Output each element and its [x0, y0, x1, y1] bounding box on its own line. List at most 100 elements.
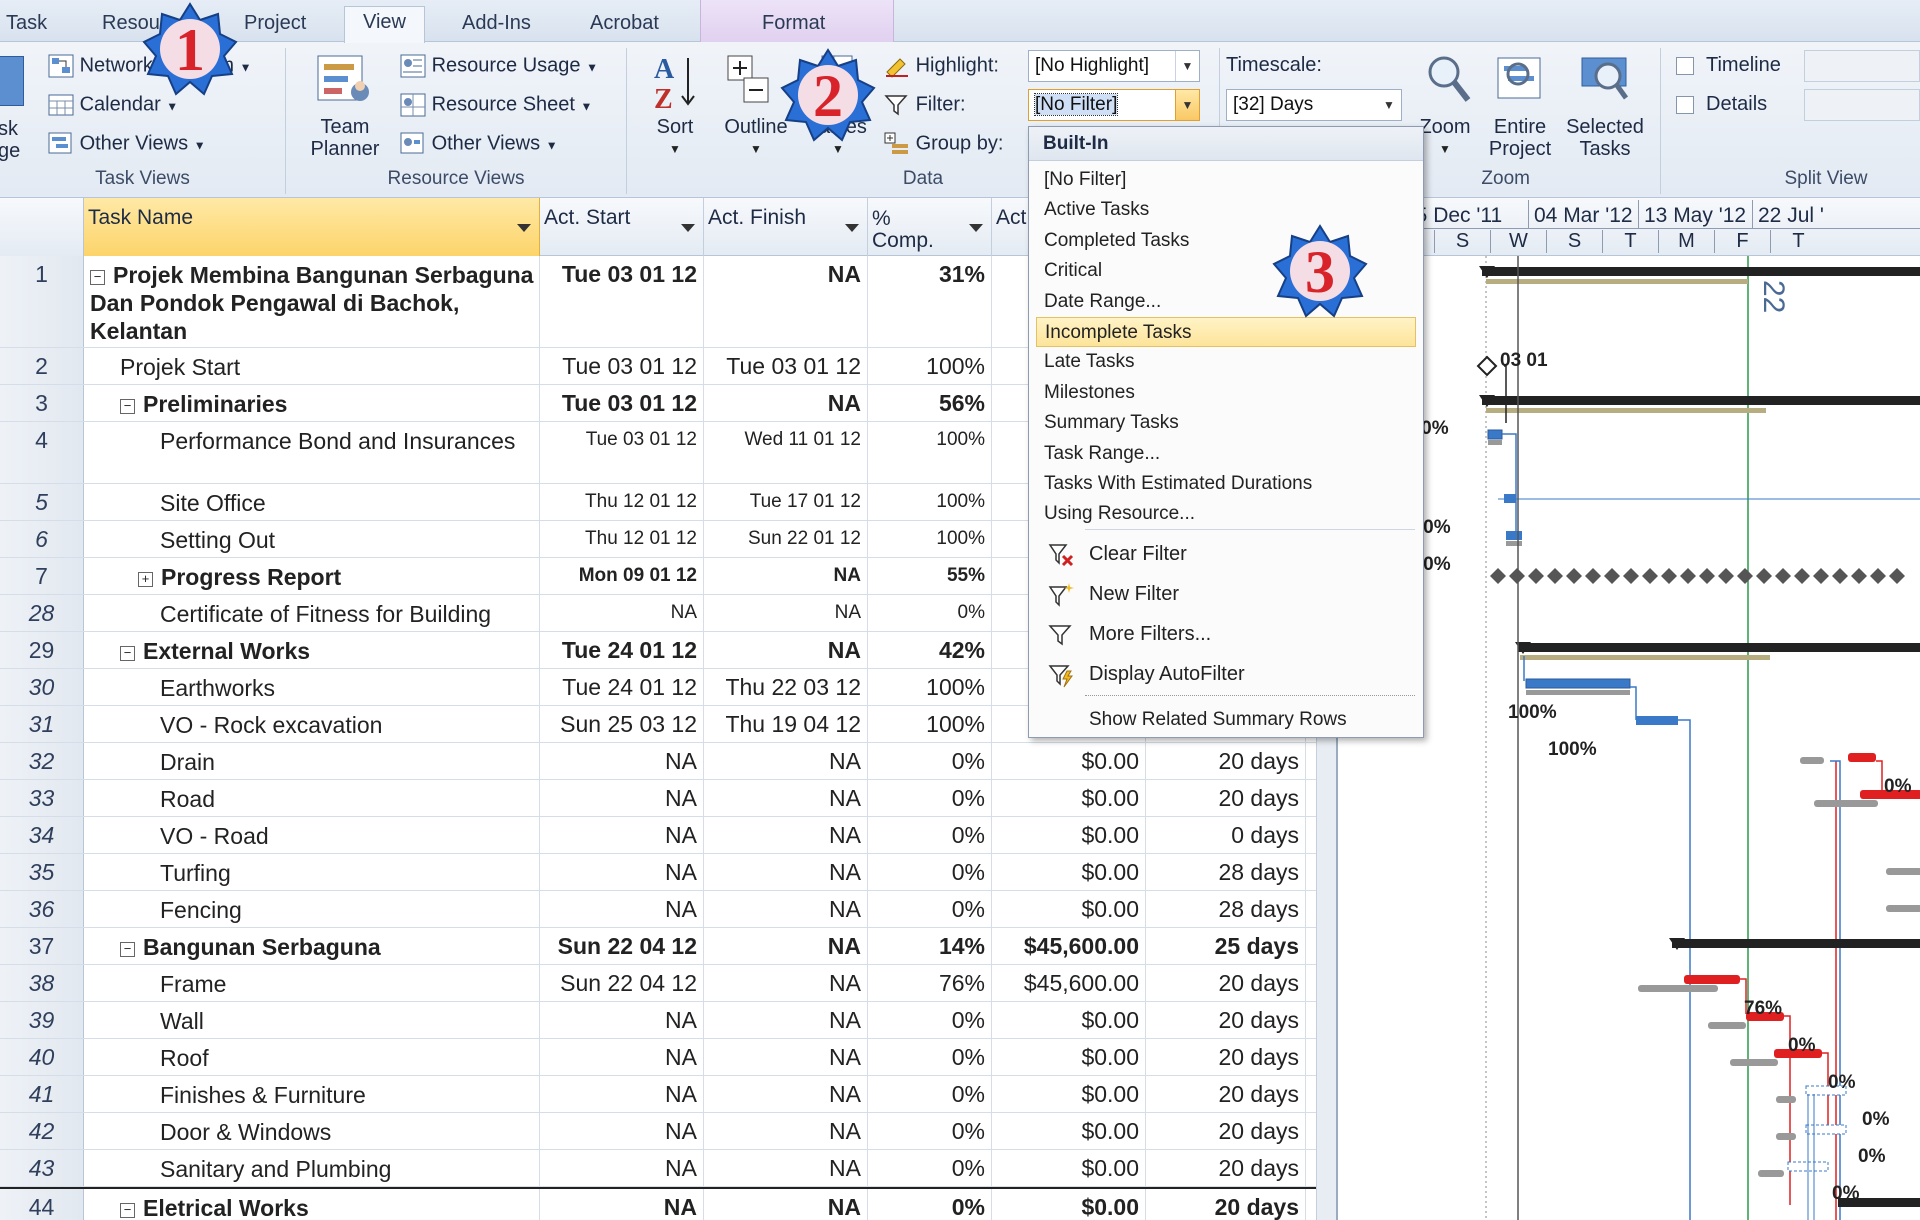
autofilter-arrow-icon[interactable] [845, 224, 859, 232]
pct-complete-cell[interactable]: 0% [868, 595, 992, 631]
row-id-cell[interactable]: 2 [0, 348, 84, 384]
task-name-cell[interactable]: Setting Out [84, 521, 540, 557]
row-id-cell[interactable]: 5 [0, 484, 84, 520]
resource-sheet-button[interactable]: Resource Sheet ▼ [400, 93, 592, 117]
row-id-cell[interactable]: 1 [0, 256, 84, 347]
task-name-cell[interactable]: Roof [84, 1039, 540, 1075]
act-start-cell[interactable]: NA [540, 854, 704, 890]
filter-item-late-tasks[interactable]: Late Tasks [1036, 347, 1416, 377]
pct-complete-cell[interactable]: 0% [868, 1076, 992, 1112]
pct-complete-cell[interactable]: 100% [868, 669, 992, 705]
row-id-cell[interactable]: 34 [0, 817, 84, 853]
act-finish-cell[interactable]: NA [704, 1039, 868, 1075]
table-row[interactable]: 39 Wall NA NA 0% $0.00 20 days [0, 1002, 1336, 1039]
filter-item-tasks-with-estimated-durations[interactable]: Tasks With Estimated Durations [1036, 469, 1416, 499]
row-id-cell[interactable]: 42 [0, 1113, 84, 1149]
task-name-cell[interactable]: Finishes & Furniture [84, 1076, 540, 1112]
table-row[interactable]: 36 Fencing NA NA 0% $0.00 28 days [0, 891, 1336, 928]
task-name-cell[interactable]: VO - Rock excavation [84, 706, 540, 742]
task-other-views-button[interactable]: Other Views ▼ [48, 132, 206, 156]
table-row[interactable]: 34 VO - Road NA NA 0% $0.00 0 days [0, 817, 1336, 854]
act-finish-cell[interactable]: NA [704, 965, 868, 1001]
team-planner-button[interactable]: Team Planner [300, 52, 390, 162]
act-start-cell[interactable]: NA [540, 1039, 704, 1075]
duration-cell[interactable]: 28 days [1146, 891, 1306, 927]
more-filters-item[interactable]: More Filters... [1089, 623, 1211, 646]
act-cost-cell[interactable]: $45,600.00 [992, 965, 1146, 1001]
resource-other-views-button[interactable]: Other Views ▼ [400, 132, 558, 156]
row-id-cell[interactable]: 40 [0, 1039, 84, 1075]
row-id-cell[interactable]: 41 [0, 1076, 84, 1112]
display-autofilter-item[interactable]: Display AutoFilter [1089, 663, 1245, 686]
timeline-checkbox[interactable] [1676, 57, 1694, 75]
task-name-cell[interactable]: Sanitary and Plumbing [84, 1150, 540, 1186]
act-cost-cell[interactable]: $0.00 [992, 1189, 1146, 1220]
task-name-cell[interactable]: − Projek Membina Bangunan Serbaguna Dan P… [84, 256, 540, 347]
filter-dropdown-arrow[interactable]: ▼ [1175, 90, 1199, 120]
tab-view[interactable]: View [344, 6, 425, 43]
act-start-cell[interactable]: NA [540, 780, 704, 816]
row-id-cell[interactable]: 6 [0, 521, 84, 557]
duration-cell[interactable]: 20 days [1146, 1039, 1306, 1075]
act-start-cell[interactable]: NA [540, 1189, 704, 1220]
act-cost-cell[interactable]: $0.00 [992, 1002, 1146, 1038]
row-id-cell[interactable]: 33 [0, 780, 84, 816]
pct-complete-cell[interactable]: 0% [868, 1113, 992, 1149]
collapse-toggle-icon[interactable]: − [120, 1203, 135, 1218]
resource-usage-button[interactable]: Resource Usage ▼ [400, 54, 598, 78]
act-cost-cell[interactable]: $0.00 [992, 817, 1146, 853]
act-finish-cell[interactable]: NA [704, 891, 868, 927]
act-finish-cell[interactable]: Thu 19 04 12 [704, 706, 868, 742]
act-cost-cell[interactable]: $0.00 [992, 891, 1146, 927]
table-row[interactable]: 40 Roof NA NA 0% $0.00 20 days [0, 1039, 1336, 1076]
row-id-cell[interactable]: 30 [0, 669, 84, 705]
timeline-view-combo[interactable] [1804, 50, 1920, 82]
autofilter-arrow-icon[interactable] [969, 224, 983, 232]
filter-item-no-filter[interactable]: [No Filter] [1036, 165, 1416, 195]
row-id-cell[interactable]: 32 [0, 743, 84, 779]
pct-complete-cell[interactable]: 0% [868, 1002, 992, 1038]
act-start-cell[interactable]: Thu 12 01 12 [540, 484, 704, 520]
row-id-cell[interactable]: 31 [0, 706, 84, 742]
task-name-cell[interactable]: − External Works [84, 632, 540, 668]
table-row[interactable]: 42 Door & Windows NA NA 0% $0.00 20 days [0, 1113, 1336, 1150]
row-id-cell[interactable]: 29 [0, 632, 84, 668]
act-start-cell[interactable]: Tue 03 01 12 [540, 385, 704, 421]
clear-filter-item[interactable]: Clear Filter [1089, 543, 1187, 566]
act-cost-cell[interactable]: $0.00 [992, 1113, 1146, 1149]
task-name-cell[interactable]: Door & Windows [84, 1113, 540, 1149]
details-checkbox[interactable] [1676, 96, 1694, 114]
act-start-cell[interactable]: Tue 03 01 12 [540, 422, 704, 483]
act-start-cell[interactable]: NA [540, 1113, 704, 1149]
act-finish-cell[interactable]: NA [704, 256, 868, 347]
pct-complete-cell[interactable]: 0% [868, 854, 992, 890]
act-finish-cell[interactable]: NA [704, 632, 868, 668]
row-id-cell[interactable]: 3 [0, 385, 84, 421]
table-row[interactable]: 35 Turfing NA NA 0% $0.00 28 days [0, 854, 1336, 891]
pct-complete-cell[interactable]: 100% [868, 348, 992, 384]
column-header-task-name[interactable]: Task Name [84, 198, 540, 256]
duration-cell[interactable]: 20 days [1146, 1076, 1306, 1112]
duration-cell[interactable]: 28 days [1146, 854, 1306, 890]
table-row[interactable]: 32 Drain NA NA 0% $0.00 20 days [0, 743, 1336, 780]
timescale-dropdown-arrow[interactable]: ▼ [1377, 90, 1401, 120]
act-cost-cell[interactable]: $0.00 [992, 1150, 1146, 1186]
act-start-cell[interactable]: Mon 09 01 12 [540, 558, 704, 594]
tab-task[interactable]: Task [6, 8, 47, 42]
table-row[interactable]: 37− Bangunan Serbaguna Sun 22 04 12 NA 14% $4… [0, 928, 1336, 965]
column-header-pct-complete[interactable]: % Comp. [868, 198, 992, 256]
duration-cell[interactable]: 20 days [1146, 1113, 1306, 1149]
collapse-toggle-icon[interactable]: − [120, 646, 135, 661]
duration-cell[interactable]: 0 days [1146, 817, 1306, 853]
pct-complete-cell[interactable]: 100% [868, 706, 992, 742]
duration-cell[interactable]: 20 days [1146, 743, 1306, 779]
act-start-cell[interactable]: Tue 03 01 12 [540, 256, 704, 347]
act-cost-cell[interactable]: $0.00 [992, 1039, 1146, 1075]
act-cost-cell[interactable]: $0.00 [992, 743, 1146, 779]
act-start-cell[interactable]: NA [540, 743, 704, 779]
duration-cell[interactable]: 20 days [1146, 1002, 1306, 1038]
task-name-cell[interactable]: + Progress Report [84, 558, 540, 594]
autofilter-arrow-icon[interactable] [517, 224, 531, 232]
task-name-cell[interactable]: Performance Bond and Insurances [84, 422, 540, 483]
task-name-cell[interactable]: Drain [84, 743, 540, 779]
